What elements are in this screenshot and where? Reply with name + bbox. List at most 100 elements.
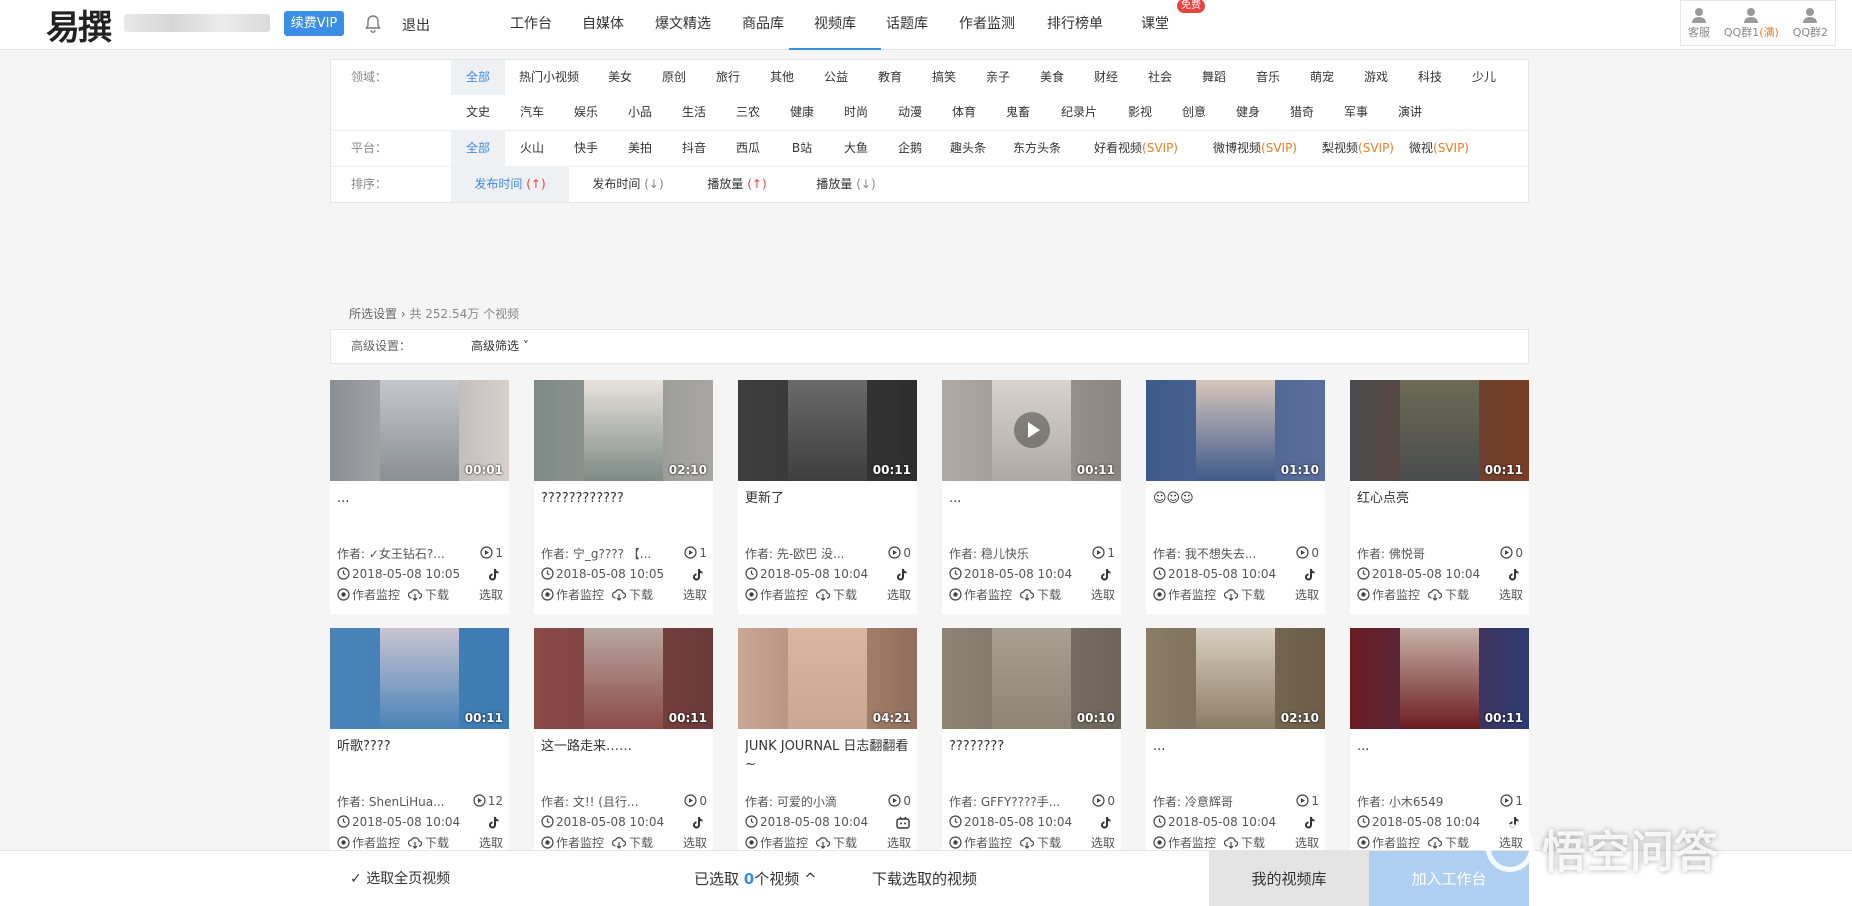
select-button[interactable]: 选取 [1295, 834, 1319, 851]
download-button[interactable]: 下载 [1427, 586, 1469, 603]
domain-option[interactable]: 演讲 [1383, 95, 1437, 130]
nav-item-8[interactable]: 课堂 免费 [1119, 0, 1205, 50]
platform-option[interactable]: 企鹅 [883, 131, 937, 166]
author-monitor-button[interactable]: 作者监控 [745, 834, 808, 851]
bell-icon[interactable] [364, 14, 382, 34]
video-thumbnail[interactable]: 00:11 [942, 380, 1121, 481]
domain-option[interactable]: 时尚 [829, 95, 883, 130]
video-card[interactable]: 00:11 红心点亮 作者: 佛悦哥 0 2018-05-08 10:04 作者监控 下载 选… [1350, 380, 1529, 614]
domain-option[interactable]: 搞笑 [917, 60, 971, 95]
advanced-filter-dropdown[interactable]: 高级筛选 ˅ [471, 330, 529, 363]
tool-0[interactable]: 客服 [1688, 6, 1710, 40]
author-monitor-button[interactable]: 作者监控 [949, 834, 1012, 851]
author-name[interactable]: 作者: 冷意辉哥 [1153, 793, 1233, 810]
download-button[interactable]: 下载 [407, 834, 449, 851]
nav-item-1[interactable]: 自媒体 [567, 0, 639, 50]
domain-option[interactable]: 萌宠 [1295, 60, 1349, 95]
download-button[interactable]: 下载 [815, 586, 857, 603]
author-monitor-button[interactable]: 作者监控 [337, 834, 400, 851]
domain-option[interactable]: 旅行 [701, 60, 755, 95]
download-button[interactable]: 下载 [1427, 834, 1469, 851]
video-title[interactable]: ... [1153, 738, 1319, 774]
domain-option[interactable]: 游戏 [1349, 60, 1403, 95]
domain-option[interactable]: 科技 [1403, 60, 1457, 95]
my-video-library-button[interactable]: 我的视频库 [1209, 851, 1369, 906]
video-card[interactable]: 00:11 更新了 作者: 先-欧巴 没... 0 2018-05-08 10:04 作者… [738, 380, 917, 614]
domain-option[interactable]: 健身 [1221, 95, 1275, 130]
platform-option[interactable]: 梨视频(SVIP) [1313, 131, 1403, 166]
nav-item-2[interactable]: 爆文精选 [639, 0, 727, 50]
domain-option[interactable]: 原创 [647, 60, 701, 95]
domain-option[interactable]: 美女 [593, 60, 647, 95]
nav-item-5[interactable]: 话题库 [871, 0, 943, 50]
tool-1[interactable]: QQ群1(满) [1724, 6, 1779, 40]
domain-option[interactable]: 小品 [613, 95, 667, 130]
video-thumbnail[interactable]: 04:21 [738, 628, 917, 729]
video-card[interactable]: 02:10???????????? 作者: 宁_g???? 【... 1 2018-0… [534, 380, 713, 614]
video-thumbnail[interactable]: 00:11 [738, 380, 917, 481]
author-monitor-button[interactable]: 作者监控 [541, 834, 604, 851]
domain-option[interactable]: 军事 [1329, 95, 1383, 130]
domain-option[interactable]: 生活 [667, 95, 721, 130]
video-thumbnail[interactable]: 01:10 [1146, 380, 1325, 481]
author-monitor-button[interactable]: 作者监控 [745, 586, 808, 603]
video-thumbnail[interactable]: 00:01 [330, 380, 509, 481]
sort-option[interactable]: 发布时间 (↑) [451, 167, 569, 202]
domain-option[interactable]: 体育 [937, 95, 991, 130]
select-button[interactable]: 选取 [1499, 586, 1523, 603]
domain-option[interactable]: 猎奇 [1275, 95, 1329, 130]
select-button[interactable]: 选取 [1091, 834, 1115, 851]
video-thumbnail[interactable]: 00:11 [330, 628, 509, 729]
platform-option[interactable]: 火山 [505, 131, 559, 166]
nav-item-3[interactable]: 商品库 [727, 0, 799, 50]
sort-option[interactable]: 发布时间 (↓) [569, 167, 687, 202]
platform-option[interactable]: 全部 [451, 131, 505, 166]
platform-option[interactable]: 微博视频(SVIP) [1197, 131, 1313, 166]
author-name[interactable]: 作者: 宁_g???? 【... [541, 545, 651, 562]
download-button[interactable]: 下载 [1019, 586, 1061, 603]
video-thumbnail[interactable]: 02:10 [534, 380, 713, 481]
domain-option[interactable]: 文史 [451, 95, 505, 130]
download-button[interactable]: 下载 [1223, 834, 1265, 851]
author-name[interactable]: 作者: 稳儿快乐 [949, 545, 1029, 562]
video-title[interactable]: ... [337, 490, 503, 526]
download-button[interactable]: 下载 [1019, 834, 1061, 851]
selected-count-toggle[interactable]: 已选取 0个视频 ^ [694, 851, 817, 906]
video-card[interactable]: 00:11 听歌???? 作者: ShenLiHua... 12 2018-05-08 … [330, 628, 509, 862]
platform-option[interactable]: 趣头条 [937, 131, 999, 166]
select-button[interactable]: 选取 [683, 586, 707, 603]
video-title[interactable]: ☺☺☺ [1153, 490, 1319, 526]
platform-option[interactable]: 西瓜 [721, 131, 775, 166]
platform-option[interactable]: 快手 [559, 131, 613, 166]
video-thumbnail[interactable]: 00:10 [942, 628, 1121, 729]
author-name[interactable]: 作者: ✓女王钻石?... [337, 545, 445, 562]
video-card[interactable]: 00:11 这一路走来…… 作者: 文!! (且行... 0 2018-05-08 10… [534, 628, 713, 862]
domain-option[interactable]: 动漫 [883, 95, 937, 130]
video-title[interactable]: 更新了 [745, 490, 911, 526]
platform-option[interactable]: 东方头条 [999, 131, 1075, 166]
author-monitor-button[interactable]: 作者监控 [337, 586, 400, 603]
author-name[interactable]: 作者: 佛悦哥 [1357, 545, 1425, 562]
platform-option[interactable]: 美拍 [613, 131, 667, 166]
author-name[interactable]: 作者: 小木6549 [1357, 793, 1443, 810]
select-button[interactable]: 选取 [479, 834, 503, 851]
video-card[interactable]: 00:01... 作者: ✓女王钻石?... 1 2018-05-08 10:05 作者… [330, 380, 509, 614]
domain-option[interactable]: 全部 [451, 60, 505, 95]
author-name[interactable]: 作者: 我不想失去... [1153, 545, 1256, 562]
platform-option[interactable]: 抖音 [667, 131, 721, 166]
download-button[interactable]: 下载 [611, 586, 653, 603]
domain-option[interactable]: 公益 [809, 60, 863, 95]
domain-option[interactable]: 健康 [775, 95, 829, 130]
select-all-page-button[interactable]: ✓ 选取全页视频 [350, 851, 450, 906]
logo[interactable]: 易撰 [46, 2, 112, 48]
video-thumbnail[interactable]: 00:11 [1350, 628, 1529, 729]
video-card[interactable]: 00:10???????? 作者: GFFY????手... 0 2018-05-08… [942, 628, 1121, 862]
nav-item-0[interactable]: 工作台 [495, 0, 567, 50]
domain-option[interactable]: 音乐 [1241, 60, 1295, 95]
download-button[interactable]: 下载 [407, 586, 449, 603]
domain-option[interactable]: 少儿 [1457, 60, 1511, 95]
video-thumbnail[interactable]: 02:10 [1146, 628, 1325, 729]
domain-option[interactable]: 其他 [755, 60, 809, 95]
video-card[interactable]: 01:10 ☺☺☺ 作者: 我不想失去... 0 2018-05-08 10:04 作者监… [1146, 380, 1325, 614]
domain-option[interactable]: 三农 [721, 95, 775, 130]
